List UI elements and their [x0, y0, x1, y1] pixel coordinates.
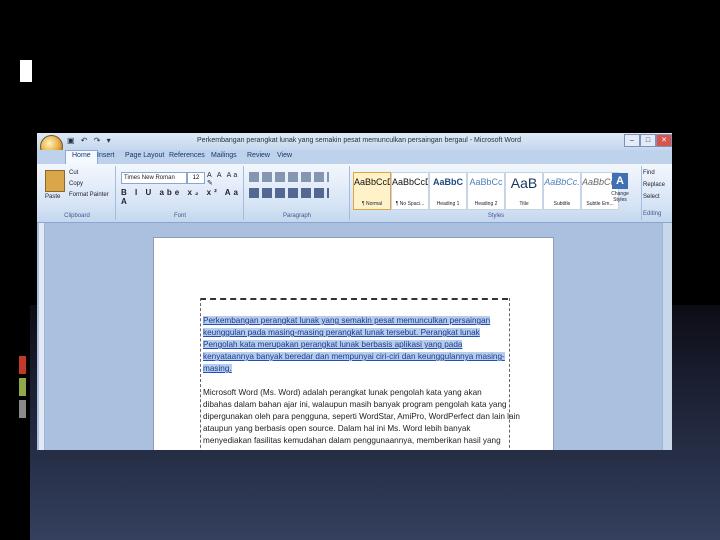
styles-group-label: Styles: [487, 213, 505, 219]
style-preview: AaBbCcDd: [354, 177, 390, 187]
font-group: Times New Roman 12 A A Aa ✎ B I U abe x₂…: [117, 166, 244, 220]
style-preview: AaB: [510, 175, 538, 191]
style-subtitle[interactable]: AaBbCc. Subtitle: [543, 172, 581, 210]
replace-button[interactable]: Replace: [643, 182, 665, 188]
font-grow-shrink-buttons[interactable]: A A Aa ✎: [207, 172, 243, 187]
ribbon-tabs: Home Insert Page Layout References Maili…: [37, 150, 672, 164]
style-name: ¶ No Spaci...: [395, 201, 425, 207]
tab-home[interactable]: Home: [65, 150, 98, 164]
doc-line: keunggulan pada masing-masing perangkat …: [203, 328, 480, 337]
doc-line: dipergunakan oleh para pengguna, seperti…: [203, 412, 520, 421]
find-button[interactable]: Find: [643, 170, 655, 176]
font-size-field[interactable]: 12: [187, 172, 205, 184]
format-painter-button[interactable]: Format Painter: [69, 192, 109, 198]
cut-button[interactable]: Cut: [69, 170, 78, 176]
style-name: Title: [519, 201, 529, 207]
doc-line: Microsoft Word (Ms. Word) adalah perangk…: [203, 388, 482, 397]
list-indent-icons[interactable]: [249, 172, 329, 182]
editing-group-label: Editing: [643, 211, 662, 217]
style-name: Subtitle: [553, 201, 571, 207]
tab-page-layout[interactable]: Page Layout: [125, 152, 164, 159]
styles-group: AaBbCcDd ¶ Normal AaBbCcDd ¶ No Spaci...…: [351, 166, 642, 220]
style-name: ¶ Normal: [361, 201, 383, 207]
doc-line: dibahas dalam bahan ajar ini, walaupun m…: [203, 400, 507, 409]
style-preview: AaBbCc: [469, 177, 503, 187]
copy-button[interactable]: Copy: [69, 181, 83, 187]
doc-line: menyediakan fasilitas kemudahan dalam pe…: [203, 436, 501, 445]
style-name: Heading 2: [474, 201, 498, 207]
style-name: Heading 1: [436, 201, 460, 207]
tab-view[interactable]: View: [277, 152, 292, 159]
document-page[interactable]: Perkembangan perangkat lunak yang semaki…: [153, 237, 554, 450]
clipboard-group: Paste Cut Copy Format Painter Clipboard: [39, 166, 116, 220]
style-heading-1[interactable]: AaBbC Heading 1: [429, 172, 467, 210]
paste-icon[interactable]: [45, 170, 65, 192]
accent-bar-green: [19, 378, 26, 396]
slide-bullet-square: [20, 60, 32, 82]
maximize-button[interactable]: □: [640, 134, 656, 147]
vertical-ruler: [39, 223, 45, 450]
style-title[interactable]: AaB Title: [505, 172, 543, 210]
doc-line: Perkembangan perangkat lunak yang semaki…: [203, 316, 491, 325]
word-screenshot: ▣ ↶ ↷ ▾ Perkembangan perangkat lunak yan…: [37, 133, 672, 450]
doc-line: kenyataannya banyak beredar dan mempunya…: [203, 352, 505, 361]
window-title: Perkembangan perangkat lunak yang semaki…: [197, 137, 521, 144]
clipboard-group-label: Clipboard: [64, 213, 90, 219]
text-frame[interactable]: Perkembangan perangkat lunak yang semaki…: [200, 298, 520, 450]
doc-line: Pengolah kata merupakan perangkat lunak …: [203, 340, 463, 349]
style-preview: AaBbCcDd: [392, 177, 428, 187]
tab-insert[interactable]: Insert: [97, 152, 115, 159]
tab-references[interactable]: References: [169, 152, 205, 159]
change-styles-icon: A: [612, 173, 628, 189]
font-format-buttons[interactable]: B I U abe x₂ x² Aa A: [121, 188, 243, 206]
close-button[interactable]: ✕: [656, 134, 672, 147]
font-group-label: Font: [173, 213, 186, 219]
style-preview: AaBbC: [432, 177, 463, 187]
select-button[interactable]: Select: [643, 194, 660, 200]
font-name-field[interactable]: Times New Roman: [121, 172, 187, 184]
tab-mailings[interactable]: Mailings: [211, 152, 237, 159]
title-bar: ▣ ↶ ↷ ▾ Perkembangan perangkat lunak yan…: [37, 133, 672, 150]
paragraph-group: Paragraph: [245, 166, 350, 220]
ribbon: Paste Cut Copy Format Painter Clipboard …: [37, 164, 672, 223]
alignment-icons[interactable]: [249, 188, 329, 198]
style-preview: AaBbCc.: [544, 177, 580, 187]
accent-bar-gray: [19, 400, 26, 418]
vertical-scrollbar[interactable]: [662, 223, 672, 450]
paste-button[interactable]: Paste: [45, 194, 60, 200]
quick-access-toolbar[interactable]: ▣ ↶ ↷ ▾: [67, 136, 113, 145]
change-styles-button[interactable]: A Change Styles: [609, 173, 631, 218]
accent-bar-red: [19, 356, 26, 374]
style-heading-2[interactable]: AaBbCc Heading 2: [467, 172, 505, 210]
doc-line: masing.: [203, 364, 232, 373]
minimize-button[interactable]: –: [624, 134, 640, 147]
doc-line: ataupun yang berbasis open source. Dalam…: [203, 424, 471, 433]
tab-review[interactable]: Review: [247, 152, 270, 159]
style-no-spacing[interactable]: AaBbCcDd ¶ No Spaci...: [391, 172, 429, 210]
change-styles-label: Change Styles: [611, 191, 629, 203]
style-normal[interactable]: AaBbCcDd ¶ Normal: [353, 172, 391, 210]
paragraph-group-label: Paragraph: [282, 213, 312, 219]
